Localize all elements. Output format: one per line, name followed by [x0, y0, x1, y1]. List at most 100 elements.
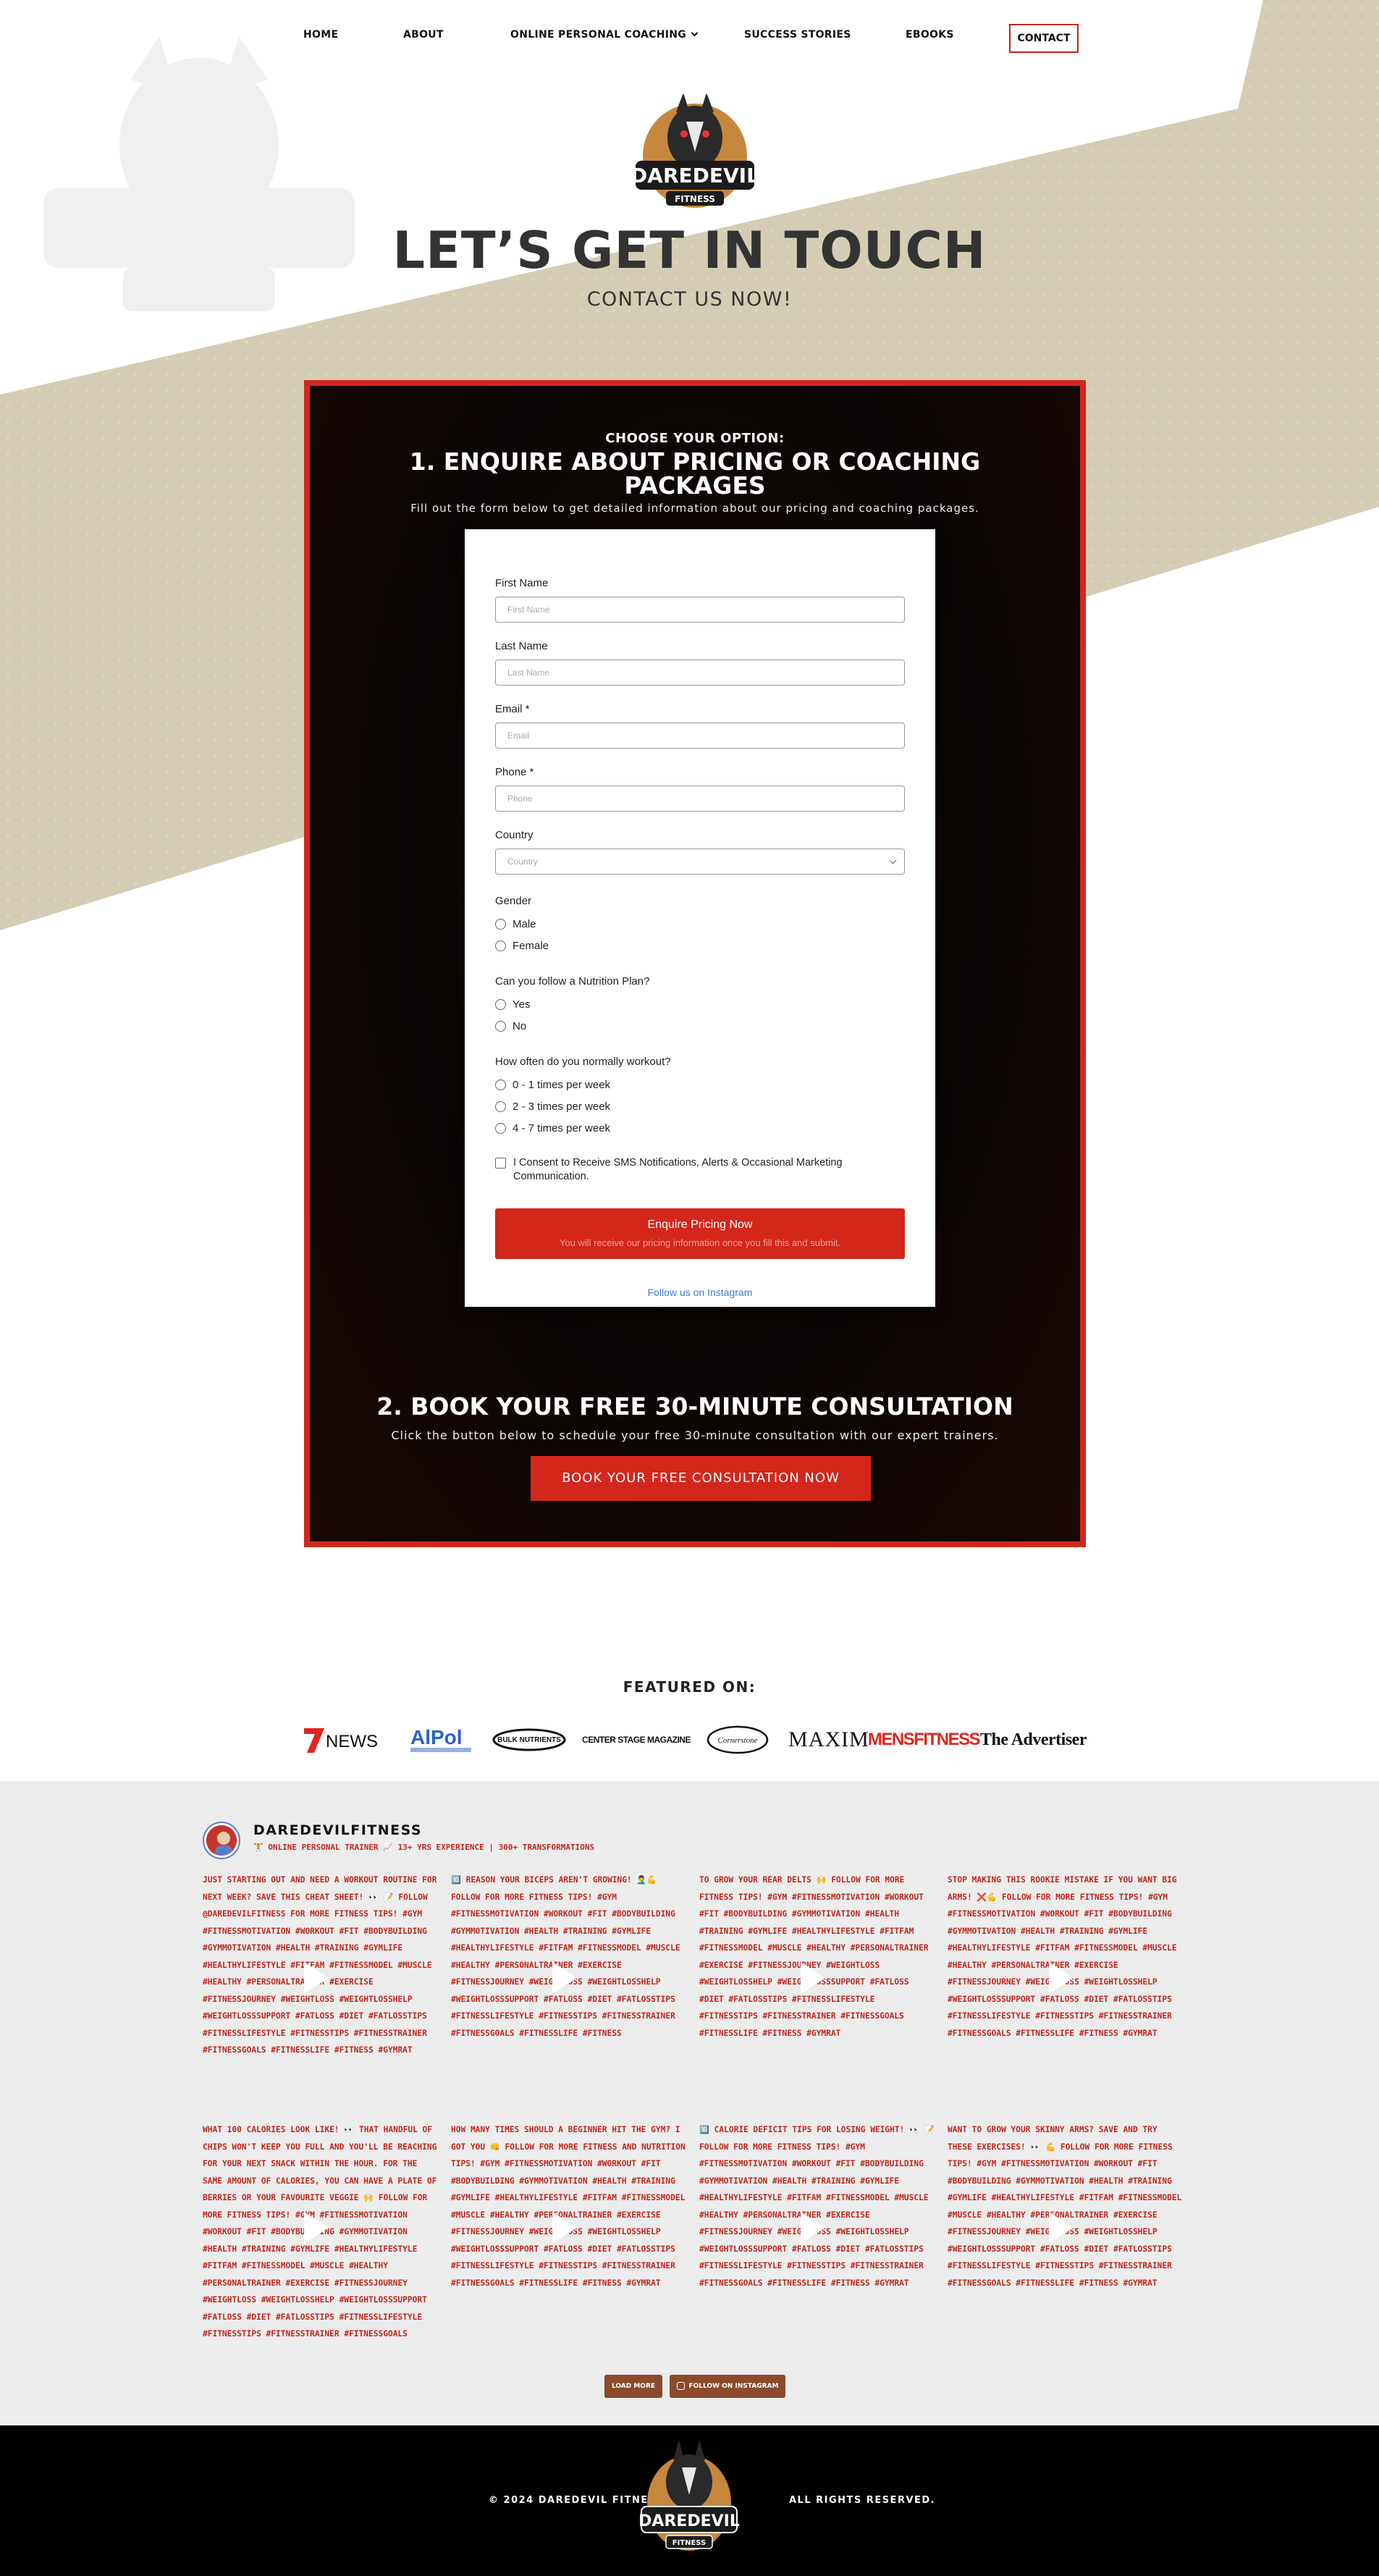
instagram-username[interactable]: DAREDEVILFITNESS [253, 1822, 422, 1838]
nav-about[interactable]: ABOUT [403, 29, 444, 41]
workout-option-label: 4 - 7 times per week [513, 1122, 611, 1135]
workout-frequency-label: How often do you normally workout? [495, 1056, 671, 1068]
play-icon [1049, 1962, 1074, 1994]
logo-7news: NEWS [303, 1722, 391, 1758]
nav-online-coaching[interactable]: ONLINE PERSONAL COACHING [510, 29, 699, 41]
book-consultation-button[interactable]: BOOK YOUR FREE CONSULTATION NOW [531, 1456, 871, 1501]
radio-button[interactable] [495, 940, 506, 951]
footer-rights: ALL RIGHTS RESERVED. [789, 2495, 936, 2506]
chevron-down-icon [691, 29, 699, 37]
nav-contact-button[interactable]: CONTACT [1009, 24, 1079, 53]
country-select-placeholder: Country [507, 856, 539, 867]
gender-option-male[interactable]: Male [495, 918, 536, 930]
brand-logo[interactable]: DAREDEVIL FITNESS [630, 93, 760, 214]
instagram-avatar[interactable] [204, 1823, 239, 1858]
instagram-post[interactable]: HOW MANY TIMES SHOULD A BEGINNER HIT THE… [451, 2121, 690, 2339]
footer-logo-fitness-text: FITNESS [672, 2539, 707, 2547]
footer-logo[interactable]: DAREDEVIL FITNESS [638, 2434, 740, 2562]
logo-cornerstone: Cornerstone [706, 1722, 769, 1758]
last-name-label: Last Name [495, 640, 548, 652]
follow-on-instagram-button[interactable]: FOLLOW ON INSTAGRAM [670, 2375, 785, 2398]
page-subtitle: CONTACT US NOW! [586, 288, 793, 311]
play-icon [552, 2212, 577, 2244]
logo-alpol: AlPol [409, 1722, 474, 1758]
logo-maxim: MAXIM [788, 1722, 869, 1758]
featured-logos: NEWS AlPol BULK NUTRIENTS CENTER STAGE M… [0, 1722, 1379, 1758]
phone-input[interactable]: Phone [495, 786, 905, 812]
workout-option-label: 0 - 1 times per week [513, 1079, 611, 1091]
country-label: Country [495, 829, 534, 841]
email-input[interactable]: Email [495, 723, 905, 749]
instagram-post[interactable]: JUST STARTING OUT AND NEED A WORKOUT ROU… [203, 1872, 442, 2089]
post-caption: HOW MANY TIMES SHOULD A BEGINNER HIT THE… [451, 2125, 686, 2288]
instagram-post[interactable]: TO GROW YOUR REAR DELTS 🙌 FOLLOW FOR MOR… [699, 1872, 938, 2089]
workout-option-4-7[interactable]: 4 - 7 times per week [495, 1122, 610, 1135]
logo-fitness-text: FITNESS [675, 194, 715, 204]
logo-center-stage-text: CENTER STAGE MAGAZINE [582, 1735, 691, 1745]
sms-consent[interactable]: I Consent to Receive SMS Notifications, … [495, 1156, 905, 1184]
instagram-post[interactable]: WHAT 100 CALORIES LOOK LIKE! 👀 THAT HAND… [203, 2121, 442, 2339]
submit-label: Enquire Pricing Now [647, 1218, 753, 1231]
workout-option-label: 2 - 3 times per week [513, 1100, 611, 1113]
nutrition-option-label: No [513, 1020, 527, 1032]
load-more-button[interactable]: LOAD MORE [604, 2375, 662, 2398]
first-name-label: First Name [495, 577, 549, 589]
chevron-down-icon [889, 856, 897, 864]
option2-description: Click the button below to schedule your … [391, 1428, 999, 1442]
follow-instagram-link[interactable]: Follow us on Instagram [465, 1287, 935, 1298]
option1-description: Fill out the form below to get detailed … [410, 502, 979, 515]
instagram-post[interactable]: STOP MAKING THIS ROOKIE MISTAKE IF YOU W… [948, 1872, 1186, 2089]
logo-daredevil-text: DAREDEVIL [631, 164, 759, 188]
radio-button[interactable] [495, 1079, 506, 1090]
footer-logo-daredevil-text: DAREDEVIL [638, 2512, 740, 2530]
radio-button[interactable] [495, 919, 506, 930]
play-icon [1049, 2212, 1074, 2244]
follow-on-instagram-label: FOLLOW ON INSTAGRAM [688, 2383, 779, 2390]
pricing-enquiry-form: First Name First Name Last Name Last Nam… [465, 529, 935, 1307]
email-label: Email * [495, 703, 530, 715]
logo-7news-text: NEWS [326, 1732, 378, 1751]
logo-mensfitness: MENSFITNESS [868, 1722, 981, 1758]
gender-label: Gender [495, 895, 532, 907]
featured-on-heading: FEATURED ON: [623, 1678, 756, 1696]
play-icon [552, 1962, 577, 1994]
radio-button[interactable] [495, 999, 506, 1010]
radio-button[interactable] [495, 1123, 506, 1134]
logo-bulk-nutrients-text: BULK NUTRIENTS [497, 1736, 561, 1744]
post-caption: STOP MAKING THIS ROOKIE MISTAKE IF YOU W… [948, 1875, 1177, 2038]
consent-label: I Consent to Receive SMS Notifications, … [513, 1157, 843, 1182]
consent-checkbox[interactable] [495, 1158, 506, 1169]
phone-label: Phone * [495, 766, 534, 778]
gender-option-label: Male [513, 918, 536, 930]
nutrition-label: Can you follow a Nutrition Plan? [495, 975, 650, 988]
post-caption: TO GROW YOUR REAR DELTS 🙌 FOLLOW FOR MOR… [699, 1875, 929, 2038]
option2-title: 2. BOOK YOUR FREE 30-MINUTE CONSULTATION [376, 1392, 1013, 1420]
instagram-feed: DAREDEVILFITNESS 🏋️ ONLINE PERSONAL TRAI… [0, 1781, 1379, 2425]
nav-home[interactable]: HOME [303, 29, 338, 41]
last-name-input[interactable]: Last Name [495, 660, 905, 686]
radio-button[interactable] [495, 1101, 506, 1112]
first-name-input[interactable]: First Name [495, 597, 905, 623]
instagram-post[interactable]: 🔟 REASON YOUR BICEPS AREN'T GROWING! 🤦‍♂… [451, 1872, 690, 2089]
post-caption: 🔟 CALORIE DEFICIT TIPS FOR LOSING WEIGHT… [699, 2125, 935, 2288]
instagram-post[interactable]: WANT TO GROW YOUR SKINNY ARMS? SAVE AND … [948, 2121, 1186, 2339]
play-icon [304, 1962, 329, 1994]
nutrition-option-yes[interactable]: Yes [495, 998, 530, 1011]
radio-button[interactable] [495, 1021, 506, 1032]
nav-ebooks[interactable]: EBOOKS [906, 29, 954, 41]
instagram-post[interactable]: 🔟 CALORIE DEFICIT TIPS FOR LOSING WEIGHT… [699, 2121, 938, 2339]
instagram-icon [676, 2382, 685, 2390]
nav-success-stories[interactable]: SUCCESS STORIES [744, 29, 851, 41]
logo-cornerstone-text: Cornerstone [718, 1736, 758, 1745]
logo-the-advertiser-text: The Advertiser [980, 1730, 1087, 1749]
instagram-bio: 🏋️ ONLINE PERSONAL TRAINER 📈 13+ YRS EXP… [253, 1843, 595, 1852]
workout-option-2-3[interactable]: 2 - 3 times per week [495, 1100, 610, 1113]
enquire-pricing-button[interactable]: Enquire Pricing Now You will receive our… [495, 1208, 905, 1259]
workout-option-0-1[interactable]: 0 - 1 times per week [495, 1079, 610, 1091]
post-caption: WANT TO GROW YOUR SKINNY ARMS? SAVE AND … [948, 2125, 1182, 2288]
gender-option-female[interactable]: Female [495, 940, 549, 952]
country-select[interactable]: Country [495, 849, 905, 875]
gender-option-label: Female [513, 940, 549, 952]
nav-online-coaching-label: ONLINE PERSONAL COACHING [510, 29, 687, 41]
nutrition-option-no[interactable]: No [495, 1020, 526, 1032]
